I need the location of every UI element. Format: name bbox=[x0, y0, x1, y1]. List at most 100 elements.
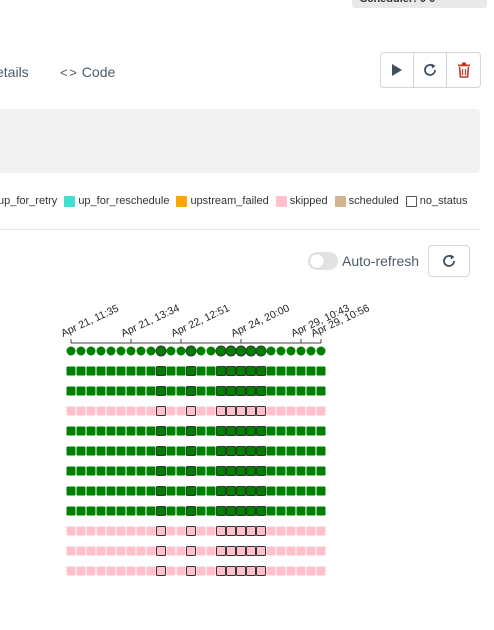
task-instance-skipped[interactable] bbox=[226, 406, 236, 416]
dag-run-status[interactable] bbox=[196, 346, 206, 356]
task-instance-success[interactable] bbox=[286, 426, 296, 436]
tab-code[interactable]: < > Code bbox=[60, 64, 115, 80]
task-instance-skipped[interactable] bbox=[316, 546, 326, 556]
task-instance-skipped[interactable] bbox=[156, 526, 166, 536]
task-instance-success[interactable] bbox=[226, 506, 236, 516]
task-instance-success[interactable] bbox=[156, 426, 166, 436]
task-instance-skipped[interactable] bbox=[146, 406, 156, 416]
task-instance-skipped[interactable] bbox=[66, 566, 76, 576]
task-instance-success[interactable] bbox=[256, 426, 266, 436]
refresh-grid-button[interactable] bbox=[428, 245, 470, 277]
task-instance-success[interactable] bbox=[96, 506, 106, 516]
task-instance-success[interactable] bbox=[216, 366, 226, 376]
task-instance-success[interactable] bbox=[166, 446, 176, 456]
task-instance-success[interactable] bbox=[196, 386, 206, 396]
task-instance-success[interactable] bbox=[96, 366, 106, 376]
task-instance-success[interactable] bbox=[246, 446, 256, 456]
legend-item-scheduled[interactable]: scheduled bbox=[334, 195, 399, 207]
task-instance-success[interactable] bbox=[286, 386, 296, 396]
task-instance-success[interactable] bbox=[146, 426, 156, 436]
task-instance-success[interactable] bbox=[216, 446, 226, 456]
task-instance-success[interactable] bbox=[66, 486, 76, 496]
task-instance-skipped[interactable] bbox=[96, 566, 106, 576]
task-instance-success[interactable] bbox=[86, 386, 96, 396]
task-instance-skipped[interactable] bbox=[166, 566, 176, 576]
task-instance-success[interactable] bbox=[86, 446, 96, 456]
task-instance-success[interactable] bbox=[206, 366, 216, 376]
task-instance-skipped[interactable] bbox=[166, 406, 176, 416]
task-instance-success[interactable] bbox=[266, 386, 276, 396]
dag-run-status[interactable] bbox=[225, 345, 237, 357]
task-instance-success[interactable] bbox=[266, 426, 276, 436]
task-instance-skipped[interactable] bbox=[276, 526, 286, 536]
task-instance-skipped[interactable] bbox=[106, 526, 116, 536]
task-instance-success[interactable] bbox=[156, 446, 166, 456]
task-instance-success[interactable] bbox=[226, 366, 236, 376]
task-instance-success[interactable] bbox=[206, 446, 216, 456]
task-instance-success[interactable] bbox=[126, 446, 136, 456]
dag-run-status[interactable] bbox=[266, 346, 276, 356]
task-instance-success[interactable] bbox=[226, 466, 236, 476]
task-instance-success[interactable] bbox=[86, 366, 96, 376]
task-instance-skipped[interactable] bbox=[196, 566, 206, 576]
task-instance-skipped[interactable] bbox=[296, 406, 306, 416]
task-instance-success[interactable] bbox=[296, 506, 306, 516]
task-instance-skipped[interactable] bbox=[166, 546, 176, 556]
task-instance-success[interactable] bbox=[246, 386, 256, 396]
task-instance-skipped[interactable] bbox=[236, 406, 246, 416]
task-instance-skipped[interactable] bbox=[256, 526, 266, 536]
task-instance-skipped[interactable] bbox=[296, 566, 306, 576]
task-instance-success[interactable] bbox=[176, 426, 186, 436]
task-instance-success[interactable] bbox=[116, 466, 126, 476]
task-instance-success[interactable] bbox=[206, 506, 216, 516]
task-instance-skipped[interactable] bbox=[176, 526, 186, 536]
task-instance-success[interactable] bbox=[226, 386, 236, 396]
task-instance-success[interactable] bbox=[156, 506, 166, 516]
task-instance-success[interactable] bbox=[186, 506, 196, 516]
task-instance-skipped[interactable] bbox=[256, 546, 266, 556]
task-instance-skipped[interactable] bbox=[106, 406, 116, 416]
task-instance-success[interactable] bbox=[246, 486, 256, 496]
task-instance-success[interactable] bbox=[296, 446, 306, 456]
task-instance-success[interactable] bbox=[296, 366, 306, 376]
task-instance-success[interactable] bbox=[166, 366, 176, 376]
task-instance-success[interactable] bbox=[96, 386, 106, 396]
task-instance-skipped[interactable] bbox=[86, 406, 96, 416]
task-instance-success[interactable] bbox=[126, 466, 136, 476]
task-instance-success[interactable] bbox=[256, 506, 266, 516]
task-instance-success[interactable] bbox=[156, 486, 166, 496]
task-instance-success[interactable] bbox=[276, 366, 286, 376]
task-instance-success[interactable] bbox=[146, 506, 156, 516]
task-instance-skipped[interactable] bbox=[116, 406, 126, 416]
task-instance-success[interactable] bbox=[196, 486, 206, 496]
task-instance-success[interactable] bbox=[316, 366, 326, 376]
task-instance-success[interactable] bbox=[256, 486, 266, 496]
task-instance-skipped[interactable] bbox=[256, 566, 266, 576]
task-instance-success[interactable] bbox=[246, 466, 256, 476]
task-instance-success[interactable] bbox=[216, 486, 226, 496]
task-instance-success[interactable] bbox=[156, 386, 166, 396]
task-instance-success[interactable] bbox=[316, 426, 326, 436]
task-instance-success[interactable] bbox=[166, 486, 176, 496]
task-instance-success[interactable] bbox=[266, 466, 276, 476]
task-instance-skipped[interactable] bbox=[236, 566, 246, 576]
task-instance-success[interactable] bbox=[116, 486, 126, 496]
task-instance-skipped[interactable] bbox=[206, 546, 216, 556]
task-instance-success[interactable] bbox=[286, 366, 296, 376]
task-instance-success[interactable] bbox=[136, 386, 146, 396]
task-instance-skipped[interactable] bbox=[186, 526, 196, 536]
task-instance-success[interactable] bbox=[156, 466, 166, 476]
task-instance-success[interactable] bbox=[206, 386, 216, 396]
task-instance-skipped[interactable] bbox=[66, 546, 76, 556]
task-instance-success[interactable] bbox=[316, 386, 326, 396]
trigger-dag-button[interactable] bbox=[381, 53, 414, 87]
task-instance-success[interactable] bbox=[266, 366, 276, 376]
task-instance-success[interactable] bbox=[236, 446, 246, 456]
task-instance-success[interactable] bbox=[236, 466, 246, 476]
task-instance-success[interactable] bbox=[236, 386, 246, 396]
task-instance-skipped[interactable] bbox=[246, 406, 256, 416]
task-instance-skipped[interactable] bbox=[136, 526, 146, 536]
task-instance-success[interactable] bbox=[216, 386, 226, 396]
task-instance-success[interactable] bbox=[296, 426, 306, 436]
task-instance-skipped[interactable] bbox=[286, 546, 296, 556]
